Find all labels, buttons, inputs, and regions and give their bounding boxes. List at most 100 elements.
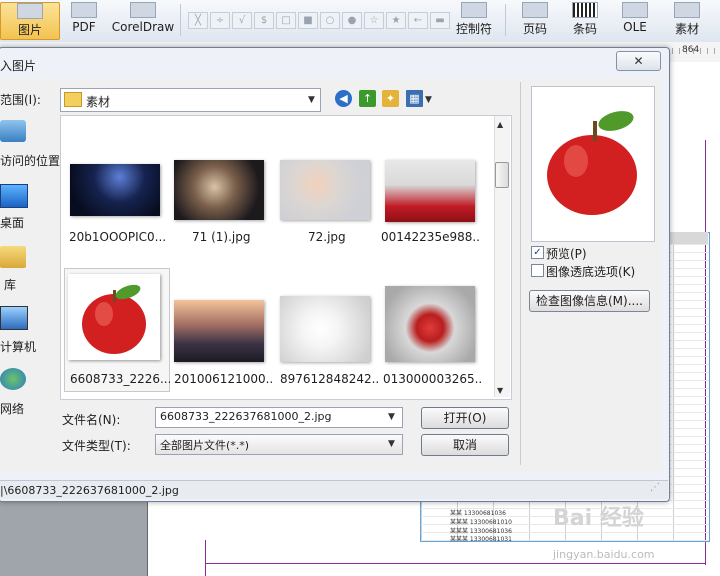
filetype-dropdown[interactable]: 全部图片文件(*.*) ▼ (155, 434, 403, 455)
apple-icon (82, 284, 146, 354)
symbol-button[interactable]: $ (254, 12, 274, 29)
computer-icon[interactable] (0, 306, 28, 330)
look-in-value: 素材 (86, 95, 111, 109)
place-desktop[interactable]: 桌面 (0, 214, 24, 231)
watermark: jingyan.baidu.com (553, 548, 655, 561)
up-folder-icon[interactable]: ↑ (359, 90, 376, 107)
ole-icon (622, 2, 648, 18)
margin-guide (205, 563, 705, 564)
coreldraw-icon (130, 2, 156, 18)
file-item[interactable]: 71 (1).jpg (166, 122, 266, 244)
chevron-down-icon[interactable]: ▼ (388, 412, 395, 422)
control-char-icon (461, 2, 487, 18)
page-number-button[interactable]: 页码 (514, 2, 556, 38)
place-network[interactable]: 网络 (0, 400, 24, 417)
chevron-down-icon[interactable]: ▼ (308, 95, 315, 105)
file-item[interactable]: 201006121000... (166, 262, 274, 386)
desktop-icon[interactable] (0, 184, 28, 208)
symbol-button[interactable]: ╳ (188, 12, 208, 29)
new-folder-icon[interactable]: ✦ (382, 90, 399, 107)
check-image-info-button[interactable]: 检查图像信息(M).... (529, 290, 650, 312)
resize-grip-icon[interactable]: ⋰ (650, 482, 662, 496)
file-thumbnail (68, 274, 160, 360)
table-row: 某某 13300681036 (450, 510, 506, 517)
file-item[interactable]: 897612848242... (272, 262, 380, 386)
symbol-button[interactable]: ÷ (210, 12, 230, 29)
symbol-button[interactable]: ▬ (430, 12, 450, 29)
pdf-button[interactable]: PDF (64, 2, 104, 38)
ruler-number: 864 (682, 45, 700, 55)
library-icon[interactable] (0, 246, 26, 268)
file-thumbnail (174, 160, 264, 220)
file-name: 897612848242... (280, 372, 380, 386)
cancel-button[interactable]: 取消 (421, 434, 509, 456)
status-path: |\6608733_222637681000_2.jpg (0, 484, 179, 497)
panel-divider (520, 82, 521, 465)
picture-icon (17, 3, 43, 19)
table-row: 某某某 13300681010 (450, 519, 512, 526)
ole-button[interactable]: OLE (614, 2, 656, 38)
control-char-button[interactable]: 控制符 (450, 2, 498, 38)
preview-checkbox[interactable]: ✓ (531, 246, 544, 259)
filetype-value: 全部图片文件(*.*) (160, 439, 250, 452)
close-button[interactable]: ✕ (616, 51, 661, 71)
page-number-icon (522, 2, 548, 18)
dialog-title: 入图片 (0, 59, 37, 73)
file-list-scrollbar[interactable] (494, 116, 510, 397)
filename-value: 6608733_222637681000_2.jpg (160, 410, 332, 423)
symbol-button[interactable]: ☆ (364, 12, 384, 29)
chevron-down-icon[interactable]: ▼ (425, 95, 432, 105)
file-thumbnail (70, 164, 160, 216)
pdf-icon (71, 2, 97, 18)
table-row: 某某某 13300681031 (450, 536, 512, 543)
ribbon-separator (505, 4, 506, 36)
transparency-checkbox[interactable] (531, 264, 544, 277)
file-name: 00142235e988... (381, 230, 481, 244)
file-name: 201006121000... (174, 372, 274, 386)
file-thumbnail (280, 160, 370, 220)
symbol-button[interactable]: ★ (386, 12, 406, 29)
recent-places-icon[interactable] (0, 120, 26, 142)
watermark-logo: Bai 经验 (553, 506, 644, 531)
place-computer[interactable]: 计算机 (0, 338, 36, 355)
symbol-button[interactable]: □ (276, 12, 296, 29)
symbol-grid: ╳ ÷ √ $ □ ■ ○ ● ☆ ★ ← ▬ (182, 2, 450, 38)
view-menu-icon[interactable]: ▦ (406, 90, 423, 107)
filename-input[interactable]: 6608733_222637681000_2.jpg ▼ (155, 407, 403, 428)
barcode-button[interactable]: 条码 (564, 2, 606, 38)
filename-label: 文件名(N): (62, 413, 121, 427)
file-thumbnail (385, 160, 475, 222)
folder-icon (64, 92, 82, 107)
symbol-button[interactable]: ■ (298, 12, 318, 29)
place-library[interactable]: 库 (4, 276, 16, 293)
file-item[interactable]: 013000003265... (377, 262, 483, 386)
material-icon (674, 2, 700, 18)
file-item[interactable]: 72.jpg (272, 122, 372, 244)
preview-label: 预览(P) (546, 247, 587, 261)
file-item[interactable]: 00142235e988... (377, 122, 481, 244)
file-thumbnail (174, 300, 264, 362)
symbol-button[interactable]: ○ (320, 12, 340, 29)
symbol-button[interactable]: ← (408, 12, 428, 29)
insert-picture-button[interactable]: 图片 (0, 2, 60, 40)
scroll-down-icon[interactable]: ▼ (497, 386, 503, 395)
file-item[interactable]: 20b1OOOPIC0... (60, 122, 166, 244)
look-in-label: 范围(I): (0, 93, 41, 107)
file-item-selected[interactable]: 6608733_2226... (62, 262, 170, 386)
barcode-icon (572, 2, 598, 18)
file-thumbnail (280, 296, 370, 362)
symbol-button[interactable]: ● (342, 12, 362, 29)
scroll-up-icon[interactable]: ▲ (497, 120, 503, 129)
file-name: 6608733_2226... (70, 372, 170, 386)
material-button[interactable]: 素材 (666, 2, 708, 38)
coreldraw-button[interactable]: CorelDraw (108, 2, 178, 38)
place-recent[interactable]: 访问的位置 (0, 152, 60, 169)
chevron-down-icon[interactable]: ▼ (388, 439, 395, 449)
scrollbar-thumb[interactable] (495, 162, 509, 188)
back-icon[interactable]: ◀ (335, 90, 352, 107)
symbol-button[interactable]: √ (232, 12, 252, 29)
file-thumbnail (385, 286, 475, 362)
open-button[interactable]: 打开(O) (421, 407, 509, 429)
network-icon[interactable] (0, 368, 26, 390)
file-name: 20b1OOOPIC0... (69, 230, 167, 244)
